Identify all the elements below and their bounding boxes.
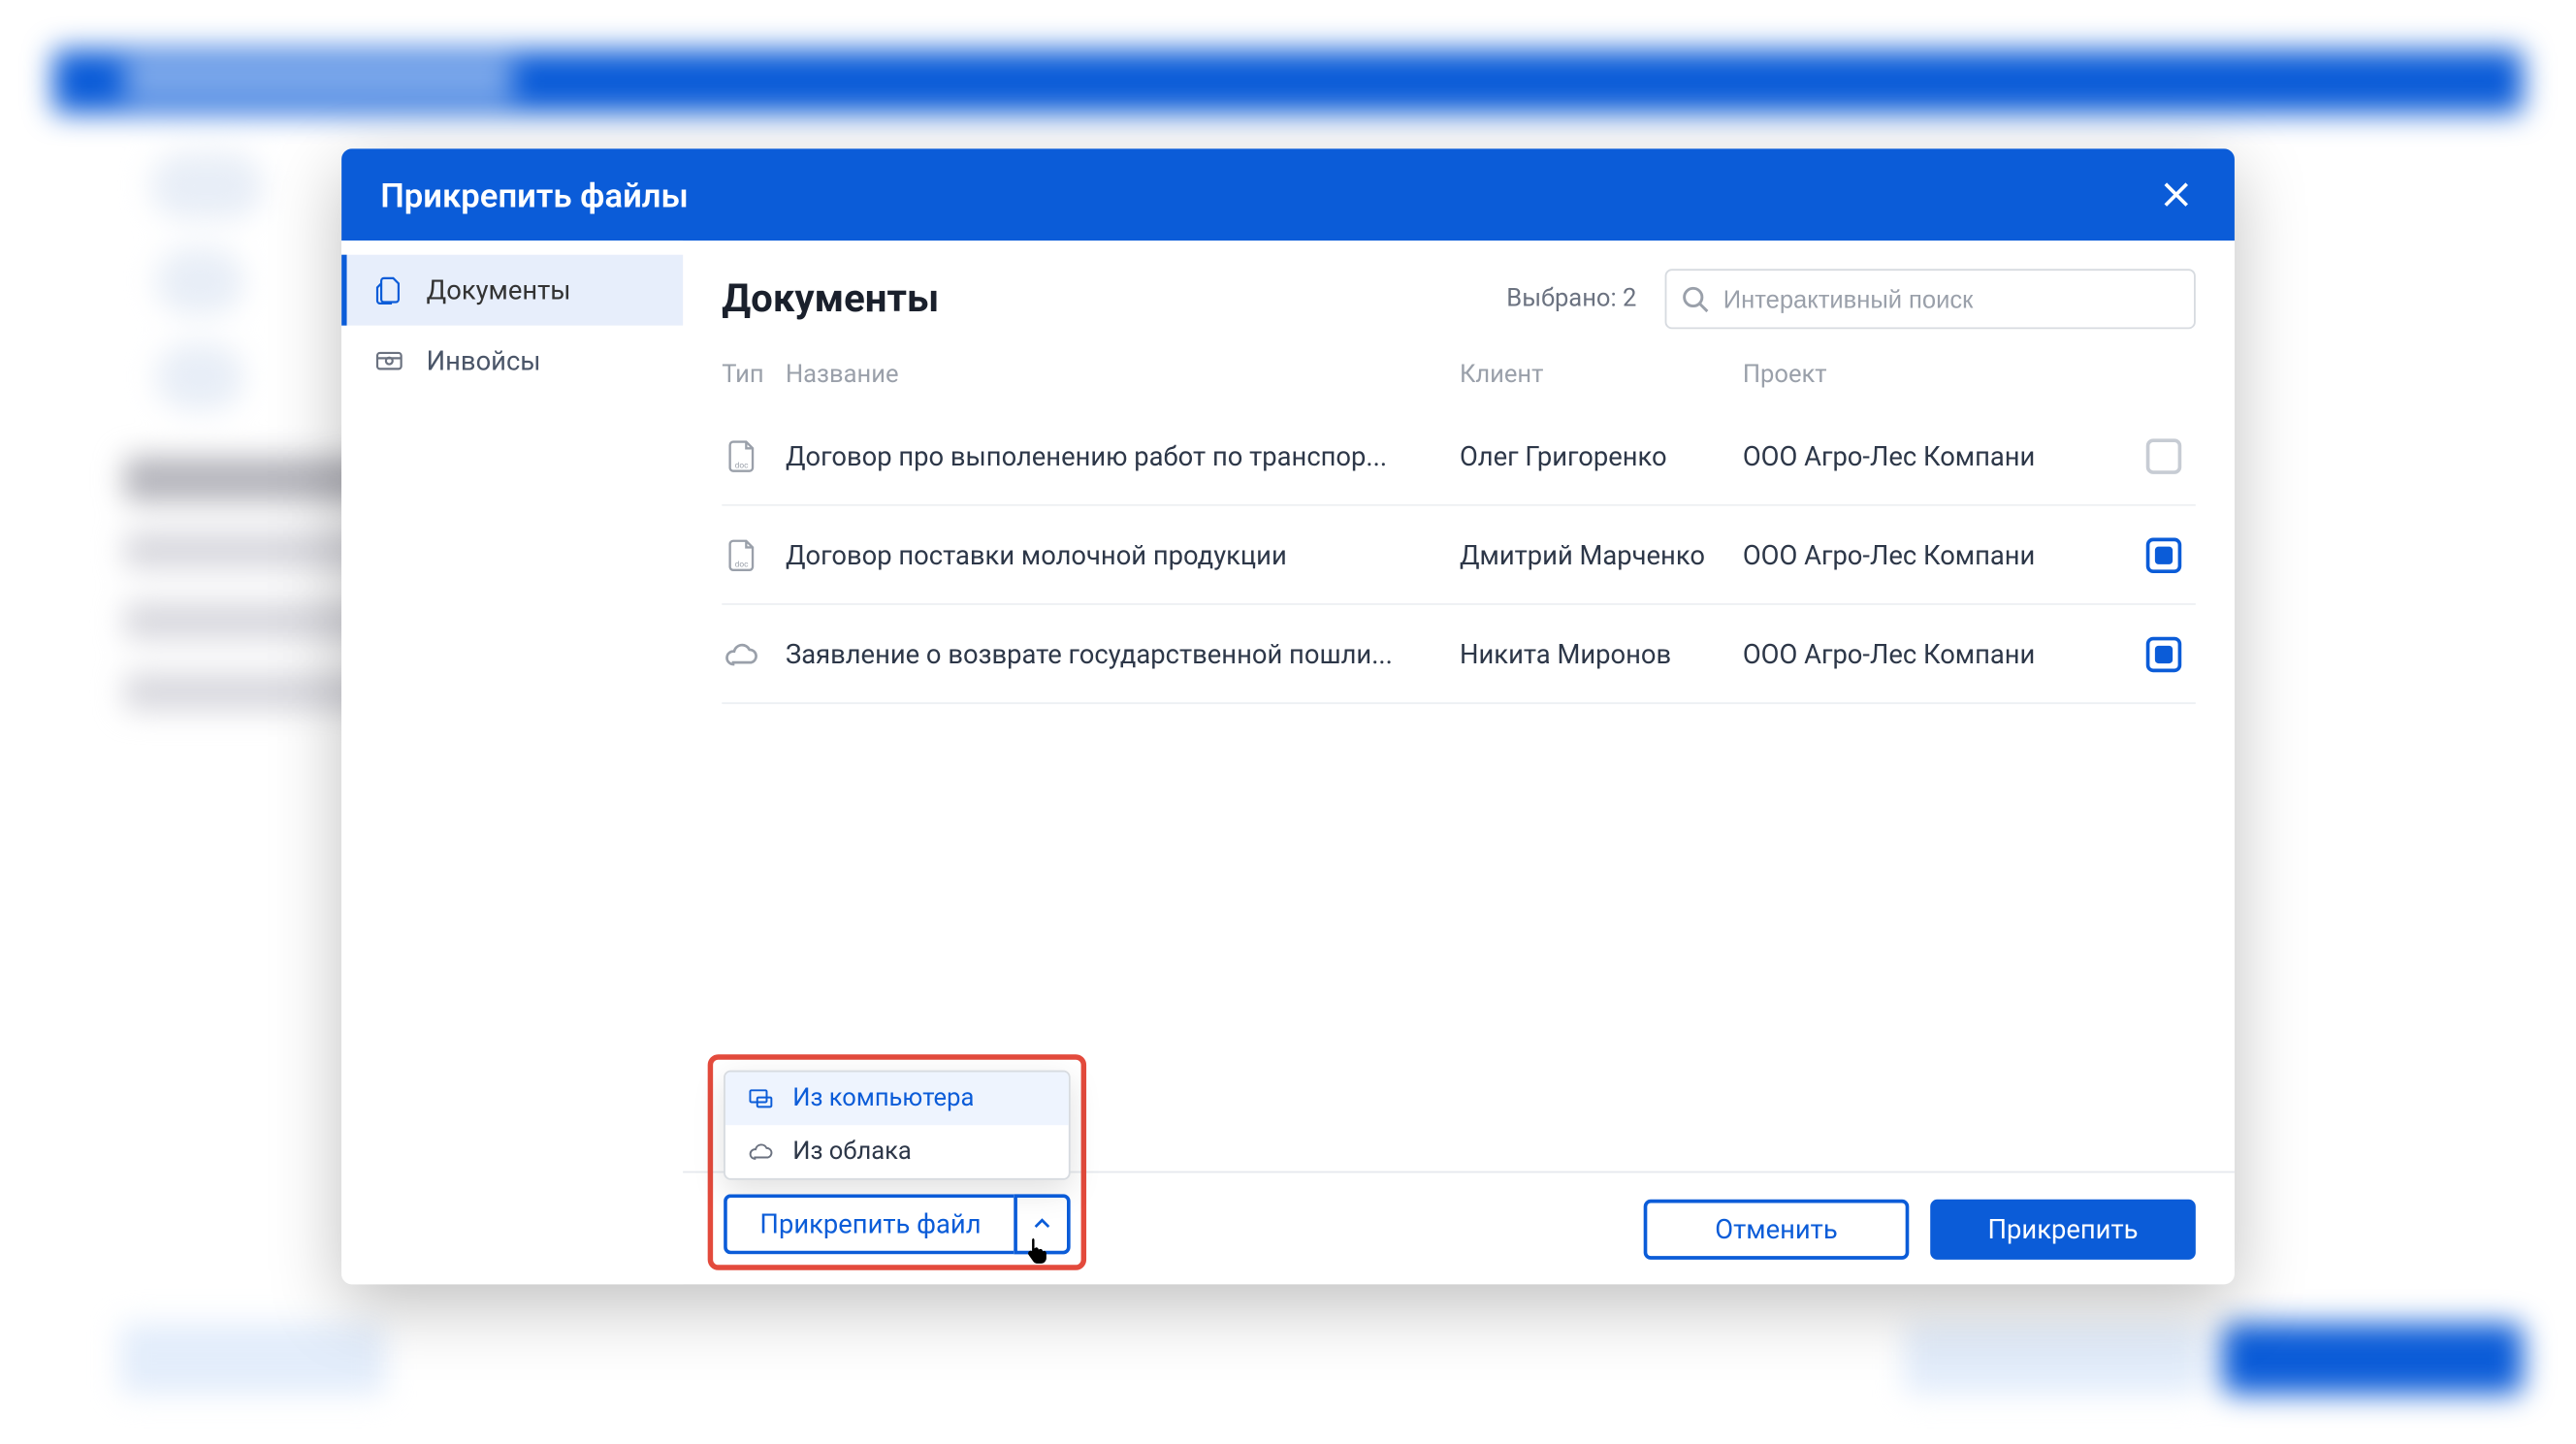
row-project: ООО Агро-Лес Компани: [1743, 439, 2132, 471]
computer-icon: [747, 1084, 775, 1112]
menu-item-from-computer[interactable]: Из компьютера: [725, 1072, 1069, 1125]
row-checkbox[interactable]: [2146, 437, 2181, 472]
col-client: Клиент: [1460, 361, 1743, 389]
row-checkbox[interactable]: [2146, 636, 2181, 671]
file-doc-icon: doc: [722, 436, 760, 475]
attach-label: Прикрепить: [1988, 1212, 2139, 1244]
cloud-icon: [747, 1138, 775, 1166]
col-name: Название: [786, 361, 1460, 389]
table-row[interactable]: doc Договор поставки молочной продукции …: [722, 506, 2196, 605]
row-client: Никита Миронов: [1460, 638, 1743, 670]
row-checkbox[interactable]: [2146, 537, 2181, 572]
attach-file-dropdown-toggle[interactable]: [1014, 1194, 1070, 1254]
sidebar-item-label: Инвойсы: [427, 345, 541, 377]
modal-header: Прикрепить файлы: [341, 148, 2235, 241]
documents-icon: [373, 274, 405, 306]
row-name: Договор про выполенению работ по транспо…: [786, 439, 1460, 471]
attach-file-split-button: Прикрепить файл: [724, 1194, 1071, 1254]
modal-title: Прикрепить файлы: [380, 175, 689, 215]
attach-source-menu: Из компьютера Из облака: [724, 1071, 1071, 1180]
row-name: Договор поставки молочной продукции: [786, 538, 1460, 570]
col-type: Тип: [722, 361, 786, 389]
table-row[interactable]: doc Договор про выполенению работ по тра…: [722, 407, 2196, 506]
cancel-label: Отменить: [1715, 1212, 1837, 1244]
modal-sidebar: Документы Инвойсы: [341, 241, 683, 1284]
attach-file-highlight: Из компьютера Из облака Прикр: [708, 1054, 1086, 1270]
chevron-up-icon: [1032, 1213, 1053, 1235]
selected-count: Выбрано: 2: [1506, 285, 1636, 313]
sidebar-item-documents[interactable]: Документы: [341, 255, 683, 326]
table-row[interactable]: Заявление о возврате государственной пош…: [722, 605, 2196, 704]
menu-item-from-cloud[interactable]: Из облака: [725, 1125, 1069, 1178]
cloud-icon: [722, 634, 760, 673]
attach-button[interactable]: Прикрепить: [1930, 1199, 2196, 1259]
cancel-button[interactable]: Отменить: [1644, 1199, 1910, 1259]
row-client: Олег Григоренко: [1460, 439, 1743, 471]
sidebar-item-invoices[interactable]: Инвойсы: [341, 326, 683, 397]
row-project: ООО Агро-Лес Компани: [1743, 538, 2132, 570]
file-doc-icon: doc: [722, 535, 760, 574]
svg-text:doc: doc: [735, 560, 749, 569]
menu-item-label: Из облака: [792, 1138, 912, 1166]
search-icon: [1681, 285, 1709, 313]
row-name: Заявление о возврате государственной пош…: [786, 638, 1460, 670]
close-button[interactable]: [2157, 176, 2196, 214]
row-client: Дмитрий Марченко: [1460, 538, 1743, 570]
attach-file-label: Прикрепить файл: [759, 1208, 981, 1240]
col-project: Проект: [1743, 361, 2132, 389]
pointer-cursor-icon: [1024, 1236, 1056, 1268]
sidebar-item-label: Документы: [427, 274, 571, 306]
row-project: ООО Агро-Лес Компани: [1743, 638, 2132, 670]
svg-text:doc: doc: [735, 460, 749, 469]
modal-main: Документы Выбрано: 2 Тип: [683, 241, 2235, 1284]
menu-item-label: Из компьютера: [792, 1084, 974, 1112]
search-input[interactable]: [1665, 269, 2196, 329]
invoices-icon: [373, 345, 405, 377]
attach-file-button[interactable]: Прикрепить файл: [724, 1194, 1014, 1254]
documents-table: Тип Название Клиент Проект doc Договор п…: [722, 347, 2196, 704]
attach-files-modal: Прикрепить файлы Документы: [341, 148, 2235, 1284]
search-field[interactable]: [1665, 269, 2196, 329]
main-title: Документы: [722, 276, 939, 321]
close-icon: [2162, 180, 2190, 209]
